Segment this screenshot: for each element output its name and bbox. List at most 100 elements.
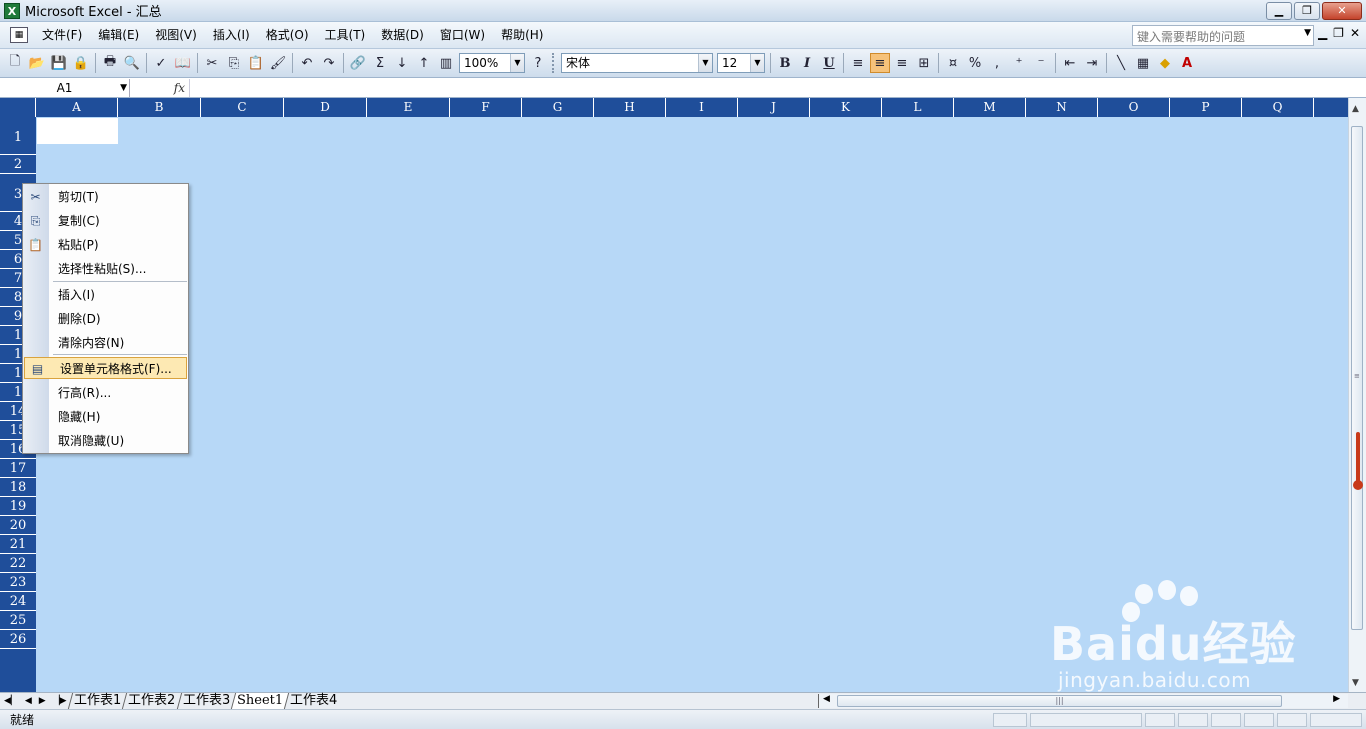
save-icon[interactable]: 💾: [49, 53, 69, 73]
row-header[interactable]: 26: [0, 630, 36, 649]
toolbar-grip[interactable]: [552, 53, 556, 73]
context-menu-item[interactable]: 删除(D): [23, 308, 188, 330]
restore-button[interactable]: ❐: [1294, 2, 1320, 20]
redo-icon[interactable]: ↷: [319, 53, 339, 73]
merge-center-icon[interactable]: ⊞: [914, 53, 934, 73]
column-header[interactable]: E: [367, 98, 450, 117]
menu-tools[interactable]: 工具(T): [317, 24, 374, 46]
context-menu-item[interactable]: 插入(I): [23, 284, 188, 306]
underline-button[interactable]: U: [819, 53, 839, 73]
row-header[interactable]: 23: [0, 573, 36, 592]
scroll-up-icon[interactable]: ▲: [1352, 104, 1359, 114]
paste-icon[interactable]: 📋: [246, 53, 266, 73]
doc-close-button[interactable]: ✕: [1350, 26, 1360, 40]
column-header[interactable]: L: [882, 98, 954, 117]
bold-button[interactable]: B: [775, 53, 795, 73]
row-header[interactable]: 25: [0, 611, 36, 630]
next-sheet-icon[interactable]: ▶: [39, 696, 46, 706]
row-header[interactable]: 19: [0, 497, 36, 516]
undo-icon[interactable]: ↶: [297, 53, 317, 73]
align-right-icon[interactable]: ≡: [892, 53, 912, 73]
print-icon[interactable]: 🖶: [100, 53, 120, 73]
context-menu-item[interactable]: 取消隐藏(U): [23, 430, 188, 452]
menu-file[interactable]: 文件(F): [34, 24, 90, 46]
last-sheet-icon[interactable]: ▕▶: [53, 696, 67, 706]
decrease-decimal-icon[interactable]: ⁻: [1031, 53, 1051, 73]
column-header[interactable]: C: [201, 98, 284, 117]
sheet-tab[interactable]: 工作表2: [122, 693, 181, 709]
row-header[interactable]: 1: [0, 117, 36, 155]
menu-format[interactable]: 格式(O): [258, 24, 317, 46]
comma-style-button[interactable]: ,: [987, 53, 1007, 73]
menu-window[interactable]: 窗口(W): [432, 24, 493, 46]
row-header[interactable]: 18: [0, 478, 36, 497]
open-folder-icon[interactable]: 📂: [27, 53, 47, 73]
scroll-down-icon[interactable]: ▼: [1352, 678, 1359, 688]
chart-wizard-icon[interactable]: ▥: [436, 53, 456, 73]
permission-icon[interactable]: 🔒: [71, 53, 91, 73]
help-icon[interactable]: ?: [528, 53, 548, 73]
scroll-left-icon[interactable]: ◀: [823, 694, 830, 704]
spreadsheet-grid[interactable]: ABCDEFGHIJKLMNOPQ 1 2 3 4 5 6 7 8 9 1 1 1 1 14 15 16 17 1…: [0, 98, 1348, 692]
row-header[interactable]: 17: [0, 459, 36, 478]
font-size-select[interactable]: 12 ▼: [717, 53, 765, 73]
formula-input[interactable]: [190, 79, 1366, 97]
align-left-icon[interactable]: ≡: [848, 53, 868, 73]
row-header[interactable]: 22: [0, 554, 36, 573]
prev-sheet-icon[interactable]: ◀: [25, 696, 32, 706]
column-header[interactable]: F: [450, 98, 522, 117]
menu-edit[interactable]: 编辑(E): [90, 24, 147, 46]
font-name-select[interactable]: 宋体 ▼: [561, 53, 713, 73]
column-header[interactable]: N: [1026, 98, 1098, 117]
menu-help[interactable]: 帮助(H): [493, 24, 551, 46]
sort-descending-icon[interactable]: ↑: [414, 53, 434, 73]
column-header[interactable]: I: [666, 98, 738, 117]
menu-data[interactable]: 数据(D): [373, 24, 432, 46]
context-menu-item[interactable]: 行高(R)...: [23, 382, 188, 404]
doc-minimize-button[interactable]: ▁: [1318, 26, 1327, 40]
column-header[interactable]: K: [810, 98, 882, 117]
menu-view[interactable]: 视图(V): [147, 24, 205, 46]
hyperlink-icon[interactable]: 🔗: [348, 53, 368, 73]
copy-icon[interactable]: ⎘: [224, 53, 244, 73]
chevron-down-icon[interactable]: ▼: [1304, 28, 1311, 38]
insert-function-icon[interactable]: fx: [130, 78, 190, 97]
italic-button[interactable]: I: [797, 53, 817, 73]
chevron-down-icon[interactable]: ▼: [698, 54, 712, 72]
column-header[interactable]: Q: [1242, 98, 1314, 117]
column-header[interactable]: G: [522, 98, 594, 117]
new-file-icon[interactable]: 🗋: [5, 53, 25, 73]
active-cell-a1[interactable]: [37, 118, 118, 144]
document-icon[interactable]: ▦: [10, 27, 28, 43]
first-sheet-icon[interactable]: ◀▏: [4, 696, 18, 706]
row-header[interactable]: 20: [0, 516, 36, 535]
select-all-corner[interactable]: [0, 98, 36, 117]
row-header[interactable]: 2: [0, 155, 36, 174]
align-center-icon[interactable]: ≡: [870, 53, 890, 73]
borders-icon[interactable]: ▦: [1133, 53, 1153, 73]
increase-decimal-icon[interactable]: ⁺: [1009, 53, 1029, 73]
print-preview-icon[interactable]: 🔍: [122, 53, 142, 73]
context-menu-item[interactable]: 选择性粘贴(S)...: [23, 258, 188, 280]
column-header[interactable]: P: [1170, 98, 1242, 117]
sheet-tab[interactable]: 工作表3: [176, 693, 235, 709]
font-color-icon[interactable]: A: [1177, 53, 1197, 73]
fill-color-icon[interactable]: ◆: [1155, 53, 1175, 73]
minimize-button[interactable]: ▁: [1266, 2, 1292, 20]
scroll-right-icon[interactable]: ▶: [1333, 694, 1340, 704]
column-header[interactable]: J: [738, 98, 810, 117]
column-header[interactable]: H: [594, 98, 666, 117]
sheet-tab[interactable]: 工作表1: [67, 693, 127, 709]
context-menu-item[interactable]: ▤ 设置单元格格式(F)...: [24, 357, 187, 379]
context-menu-item[interactable]: 清除内容(N): [23, 332, 188, 354]
context-menu-item[interactable]: ✂ 剪切(T): [23, 186, 188, 208]
spelling-icon[interactable]: ✓: [151, 53, 171, 73]
doc-restore-button[interactable]: ❐: [1333, 26, 1344, 40]
zoom-select[interactable]: 100% ▼: [459, 53, 525, 73]
help-search-input[interactable]: 键入需要帮助的问题 ▼: [1132, 25, 1314, 46]
chevron-down-icon[interactable]: ▼: [510, 54, 524, 72]
column-header[interactable]: B: [118, 98, 201, 117]
row-header[interactable]: 24: [0, 592, 36, 611]
percent-button[interactable]: %: [965, 53, 985, 73]
excel-app-icon[interactable]: X: [4, 2, 20, 19]
